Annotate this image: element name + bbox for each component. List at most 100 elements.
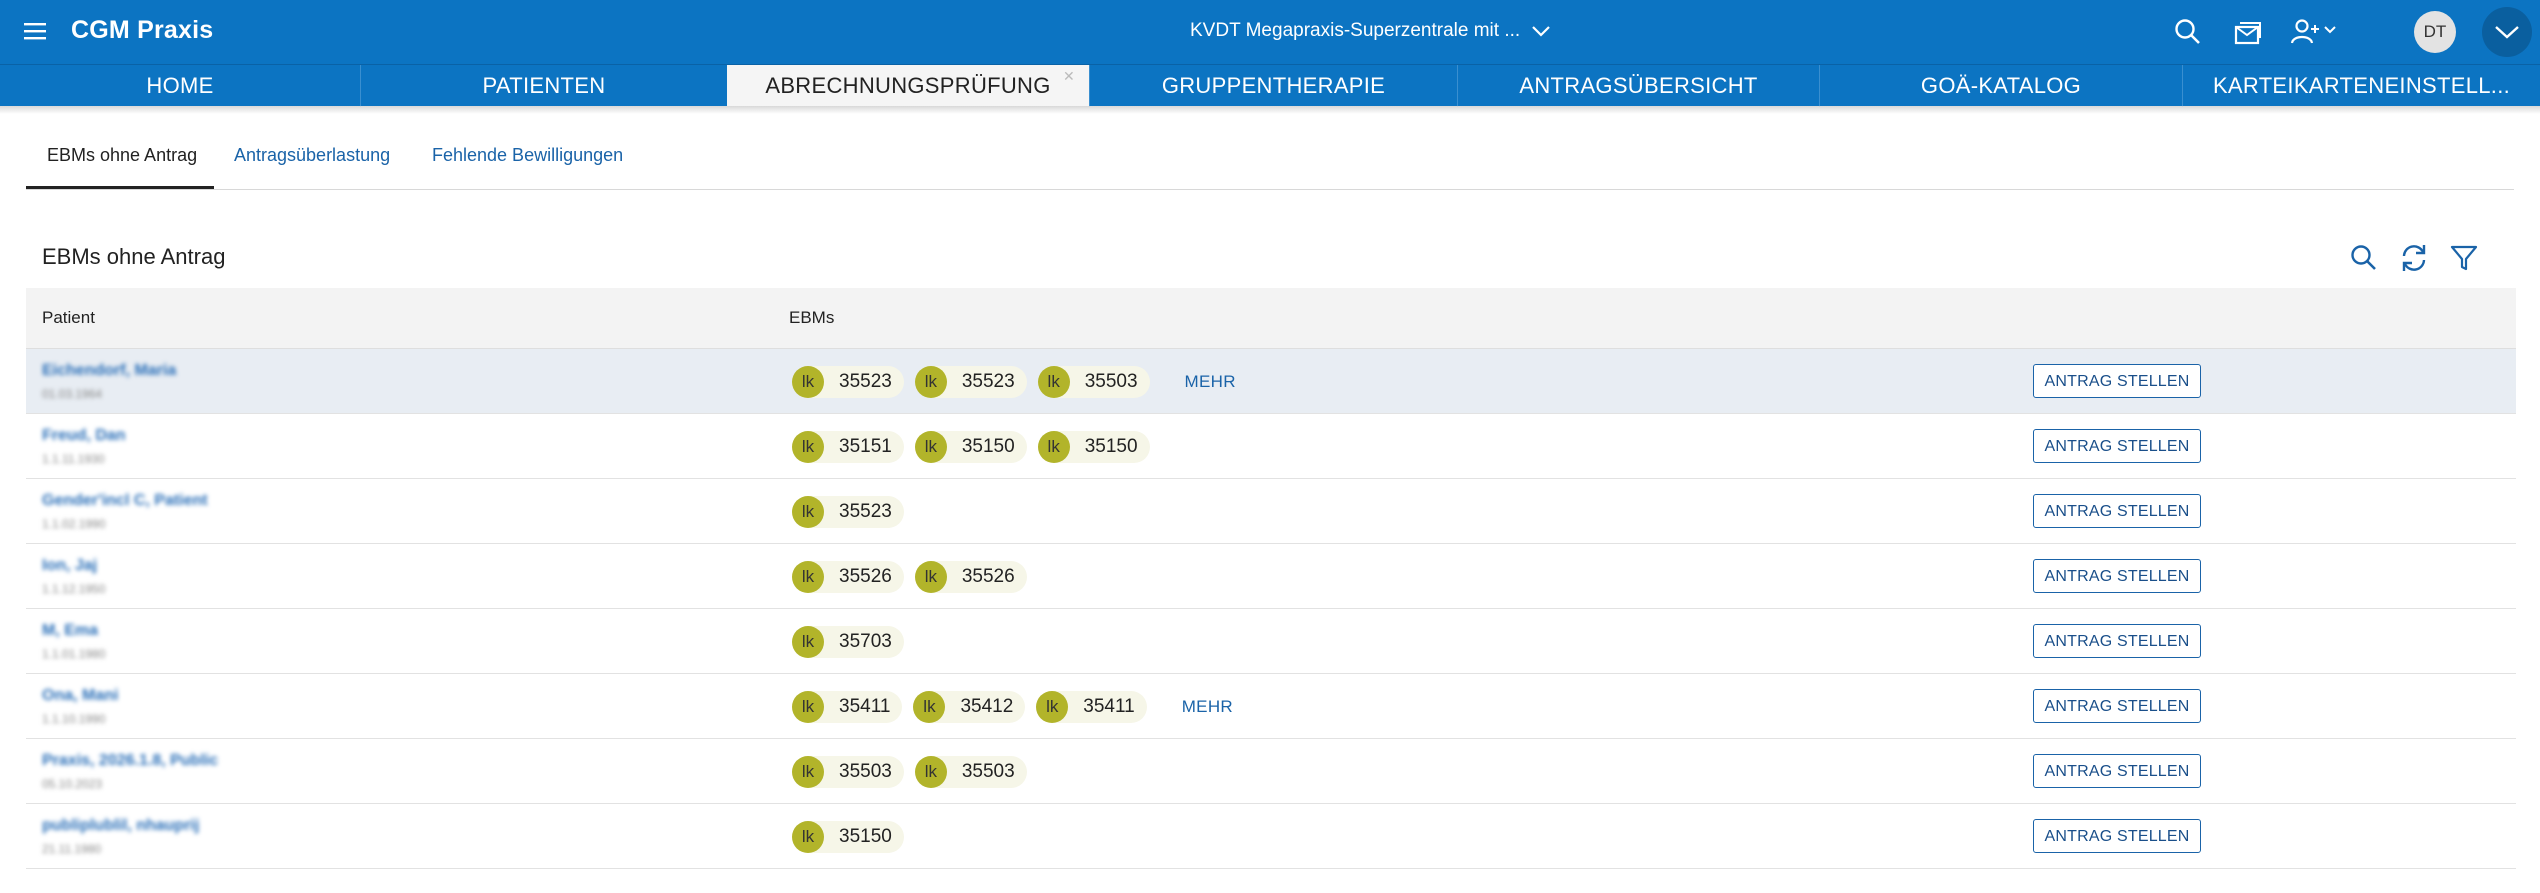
ebm-badge: lk: [914, 431, 947, 463]
column-header-patient: Patient: [42, 308, 95, 327]
chevron-down-icon: [2495, 26, 2519, 39]
close-icon[interactable]: ✕: [1063, 69, 1075, 83]
patient-name-link[interactable]: Eichendorf, Maria: [42, 362, 176, 380]
ebm-list: lk 35150: [792, 820, 915, 854]
search-icon[interactable]: [2348, 242, 2380, 274]
ebm-list: lk 35703: [792, 625, 915, 659]
avatar[interactable]: DT: [2414, 11, 2456, 53]
table-row[interactable]: Gender'incl C, Patient 1.1.02.1990 lk 35523…: [26, 479, 2516, 544]
antrag-stellen-button[interactable]: ANTRAG STELLEN: [2033, 494, 2201, 528]
ebm-chip[interactable]: lk 35151: [792, 431, 904, 463]
chevron-down-icon[interactable]: [1530, 22, 1552, 40]
ebm-chip[interactable]: lk 35526: [792, 561, 904, 593]
ebm-chip[interactable]: lk 35703: [792, 626, 904, 658]
tab-karteikarteneinstellungen[interactable]: KARTEIKARTENEINSTELL...: [2182, 65, 2540, 107]
tab-patienten[interactable]: PATIENTEN: [360, 65, 727, 107]
ebm-badge: lk: [792, 691, 824, 723]
antrag-stellen-button[interactable]: ANTRAG STELLEN: [2033, 559, 2201, 593]
table-row[interactable]: Praxis, 2026.1.8, Public 05.10.2023 lk 3550…: [26, 739, 2516, 804]
ebm-code: 35150: [1084, 436, 1138, 457]
antrag-stellen-button[interactable]: ANTRAG STELLEN: [2033, 364, 2201, 398]
patient-name-link[interactable]: publiplublil, nhauprij: [42, 817, 199, 835]
ebm-badge: lk: [792, 626, 824, 658]
ebm-badge: lk: [1037, 431, 1070, 463]
section-title: EBMs ohne Antrag: [42, 244, 226, 269]
ebm-chip[interactable]: lk 35526: [914, 561, 1027, 593]
table-row[interactable]: publiplublil, nhauprij 21.11.1980 lk 35150 A…: [26, 804, 2516, 869]
filter-icon[interactable]: [2448, 242, 2480, 274]
account-menu-button[interactable]: [2482, 7, 2532, 57]
patient-dob: 01.03.1964: [42, 387, 103, 401]
ebm-chip[interactable]: lk 35523: [914, 366, 1027, 398]
more-link[interactable]: MEHR: [1182, 697, 1233, 717]
subtab-ebms-ohne-antrag[interactable]: EBMs ohne Antrag: [47, 145, 197, 166]
ebm-chip[interactable]: lk 35523: [792, 496, 904, 528]
ebm-badge: lk: [914, 561, 947, 593]
table-row[interactable]: Eichendorf, Maria 01.03.1964 lk 35523 lk 3552…: [26, 349, 2516, 414]
patient-name-link[interactable]: Ion, Jaj: [42, 557, 97, 575]
tab-antragsuebersicht[interactable]: ANTRAGSÜBERSICHT: [1457, 65, 1819, 107]
tab-abrechnungspruefung[interactable]: ABRECHNUNGSPRÜFUNG ✕: [727, 65, 1089, 107]
antrag-stellen-button[interactable]: ANTRAG STELLEN: [2033, 689, 2201, 723]
patient-name-link[interactable]: Freud, Dan: [42, 427, 126, 445]
patient-name-link[interactable]: Ona, Mani: [42, 687, 118, 705]
search-icon[interactable]: [2172, 16, 2204, 48]
app-bar: CGM Praxis KVDT Megapraxis-Superzentrale…: [0, 0, 2540, 64]
table-row[interactable]: Ion, Jaj 1.1.12.1950 lk 35526 lk 35526 ANTRAG …: [26, 544, 2516, 609]
ebm-chip[interactable]: lk 35150: [914, 431, 1027, 463]
ebm-badge: lk: [792, 366, 824, 398]
ebm-list: lk 35151 lk 35150 lk 35150: [792, 430, 1161, 464]
antrag-stellen-button[interactable]: ANTRAG STELLEN: [2033, 429, 2201, 463]
ebm-code: 35523: [961, 371, 1015, 392]
patient-name-link[interactable]: Gender'incl C, Patient: [42, 492, 208, 510]
subtab-antragsueberlastung[interactable]: Antragsüberlastung: [234, 145, 390, 166]
table-row[interactable]: Freud, Dan 1.1.11.1930 lk 35151 lk 35150 lk 351…: [26, 414, 2516, 479]
ebm-list: lk 35503 lk 35503: [792, 755, 1038, 789]
main-nav: HOME PATIENTEN ABRECHNUNGSPRÜFUNG ✕ GRUP…: [0, 64, 2540, 107]
tab-gruppentherapie[interactable]: GRUPPENTHERAPIE: [1089, 65, 1457, 107]
antrag-stellen-button[interactable]: ANTRAG STELLEN: [2033, 754, 2201, 788]
table-header: Patient EBMs: [26, 288, 2516, 349]
site-selector[interactable]: KVDT Megapraxis-Superzentrale mit ...: [1190, 20, 1520, 42]
ebm-chip[interactable]: lk 35503: [914, 756, 1027, 788]
patient-dob: 1.1.02.1990: [42, 517, 106, 531]
ebm-badge: lk: [914, 756, 947, 788]
antrag-stellen-button[interactable]: ANTRAG STELLEN: [2033, 624, 2201, 658]
refresh-icon[interactable]: [2398, 242, 2430, 274]
ebm-chip[interactable]: lk 35503: [1037, 366, 1150, 398]
ebm-chip[interactable]: lk 35150: [1037, 431, 1150, 463]
ebm-chip[interactable]: lk 35150: [792, 821, 904, 853]
ebm-code: 35150: [839, 826, 892, 847]
user-add-icon[interactable]: [2290, 16, 2338, 48]
ebm-chip[interactable]: lk 35503: [792, 756, 904, 788]
ebm-chip[interactable]: lk 35411: [792, 691, 903, 723]
more-link[interactable]: MEHR: [1185, 372, 1236, 392]
ebm-chip[interactable]: lk 35523: [792, 366, 904, 398]
ebm-chip[interactable]: lk 35412: [913, 691, 1026, 723]
ebm-badge: lk: [792, 561, 824, 593]
tab-goae-katalog[interactable]: GOÄ-KATALOG: [1819, 65, 2182, 107]
tab-home[interactable]: HOME: [0, 65, 360, 107]
subtab-divider: [26, 189, 2514, 190]
ebm-list: lk 35523: [792, 495, 915, 529]
ebm-code: 35503: [839, 761, 892, 782]
patient-dob: 1.1.11.1930: [42, 452, 105, 466]
ebm-code: 35411: [1083, 696, 1135, 717]
table-row[interactable]: M, Ema 1.1.01.1980 lk 35703 ANTRAG STELLEN: [26, 609, 2516, 674]
subtab-fehlende-bewilligungen[interactable]: Fehlende Bewilligungen: [432, 145, 623, 166]
antrag-stellen-button[interactable]: ANTRAG STELLEN: [2033, 819, 2201, 853]
patient-name-link[interactable]: Praxis, 2026.1.8, Public: [42, 752, 218, 770]
app-title: CGM Praxis: [71, 16, 214, 44]
table-row[interactable]: Ona, Mani 1.1.10.1990 lk 35411 lk 35412 lk 3541…: [26, 674, 2516, 739]
menu-icon[interactable]: [22, 20, 48, 42]
mail-icon[interactable]: [2232, 16, 2264, 48]
ebm-chip[interactable]: lk 35411: [1036, 691, 1147, 723]
tab-label: ABRECHNUNGSPRÜFUNG: [765, 73, 1051, 98]
patient-dob: 1.1.12.1950: [42, 582, 106, 596]
ebm-code: 35151: [839, 436, 892, 457]
patient-name-link[interactable]: M, Ema: [42, 622, 98, 640]
ebm-badge: lk: [792, 496, 824, 528]
ebm-code: 35412: [960, 696, 1014, 717]
ebm-code: 35411: [839, 696, 891, 717]
ebm-badge: lk: [1036, 691, 1069, 723]
